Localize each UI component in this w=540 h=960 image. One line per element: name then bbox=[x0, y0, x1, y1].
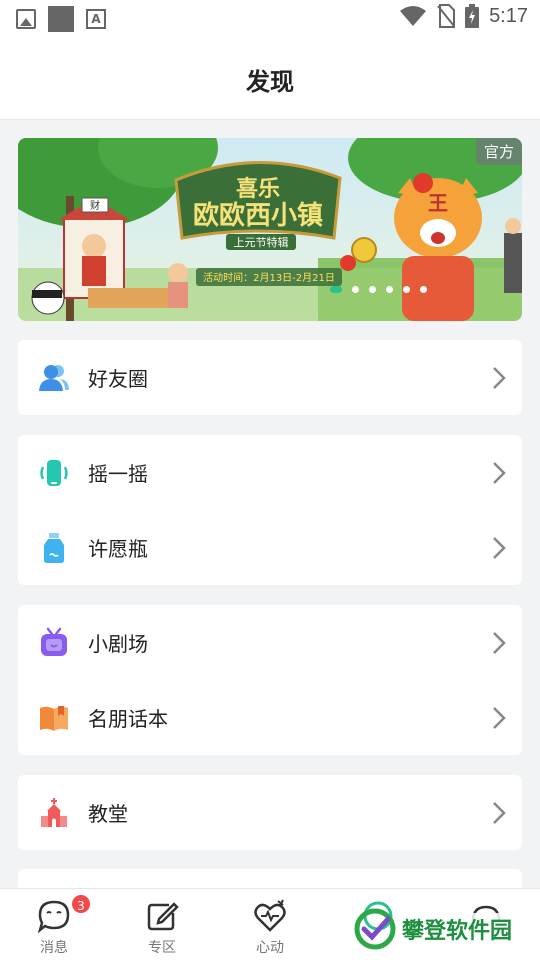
page-title: 发现 bbox=[246, 68, 294, 96]
message-icon bbox=[37, 900, 70, 933]
menu-item-wish-bottle[interactable]: 许愿瓶 bbox=[18, 510, 522, 585]
watermark-logo-icon bbox=[354, 908, 396, 950]
event-banner[interactable]: 财 喜乐 欧欧西小镇 上元节特辑 活动时间：2月13日-2月21日 王 官方 bbox=[18, 138, 522, 321]
banner-activity-time: 活动时间：2月13日-2月21日 bbox=[203, 271, 335, 284]
edit-zone-icon bbox=[147, 902, 179, 931]
shake-icon bbox=[40, 460, 68, 486]
church-icon bbox=[41, 798, 67, 827]
chevron-right-icon bbox=[493, 462, 506, 484]
menu-item-label: 许愿瓶 bbox=[88, 537, 148, 561]
menu-group-play: 摇一摇 许愿瓶 bbox=[18, 435, 522, 585]
chevron-right-icon bbox=[493, 367, 506, 389]
status-notification-icons: A bbox=[16, 6, 106, 32]
tab-heartbeat[interactable]: 心动 bbox=[230, 889, 310, 960]
wish-bottle-icon bbox=[44, 533, 64, 563]
tab-label: 专区 bbox=[148, 940, 176, 956]
watermark: 攀登软件园 bbox=[354, 908, 513, 950]
carousel-dot bbox=[403, 286, 410, 293]
book-icon bbox=[40, 706, 68, 731]
tab-messages[interactable]: 3 消息 bbox=[14, 889, 94, 960]
carousel-dot bbox=[369, 286, 376, 293]
menu-item-label: 名朋话本 bbox=[88, 707, 168, 731]
status-bar: A 5:17 bbox=[0, 0, 540, 38]
menu-group-stories: 小剧场 名朋话本 bbox=[18, 605, 522, 755]
no-sim-icon bbox=[437, 4, 456, 28]
tab-zone[interactable]: 专区 bbox=[122, 889, 202, 960]
carousel-indicator bbox=[330, 286, 427, 293]
menu-item-label: 好友圈 bbox=[88, 367, 148, 391]
chevron-right-icon bbox=[493, 707, 506, 729]
menu-item-church[interactable]: 教堂 bbox=[18, 775, 522, 850]
menu-item-storybook[interactable]: 名朋话本 bbox=[18, 680, 522, 755]
friends-circle-icon bbox=[39, 365, 69, 391]
menu-item-label: 摇一摇 bbox=[88, 462, 148, 486]
carousel-dot bbox=[386, 286, 393, 293]
title-bar: 发现 bbox=[0, 38, 540, 120]
app-notification-icon bbox=[48, 6, 74, 32]
menu-item-shake[interactable]: 摇一摇 bbox=[18, 435, 522, 510]
tab-label: 消息 bbox=[40, 940, 68, 956]
banner-subtitle: 上元节特辑 bbox=[234, 235, 289, 249]
wifi-icon bbox=[400, 6, 427, 26]
svg-text:王: 王 bbox=[428, 191, 448, 215]
banner-title-line2: 欧欧西小镇 bbox=[193, 200, 323, 231]
battery-charging-icon bbox=[465, 4, 480, 28]
carousel-dot bbox=[352, 286, 359, 293]
banner-illustration: 财 喜乐 欧欧西小镇 上元节特辑 活动时间：2月13日-2月21日 王 bbox=[18, 138, 522, 321]
menu-item-label: 教堂 bbox=[88, 802, 128, 826]
tab-label: 心动 bbox=[256, 940, 284, 956]
font-notification-icon: A bbox=[86, 9, 106, 29]
menu-item-label: 小剧场 bbox=[88, 632, 148, 656]
status-time: 5:17 bbox=[489, 4, 528, 27]
menu-item-theater[interactable]: 小剧场 bbox=[18, 605, 522, 680]
carousel-dot bbox=[420, 286, 427, 293]
official-badge: 官方 bbox=[475, 138, 522, 165]
chevron-right-icon bbox=[493, 537, 506, 559]
banner-title-line1: 喜乐 bbox=[236, 176, 280, 202]
chevron-right-icon bbox=[493, 632, 506, 654]
unread-badge: 3 bbox=[70, 893, 92, 915]
menu-item-friends-circle[interactable]: 好友圈 bbox=[18, 340, 522, 415]
chevron-right-icon bbox=[493, 802, 506, 824]
image-notification-icon bbox=[16, 9, 36, 29]
theater-tv-icon bbox=[41, 627, 67, 656]
menu-group-social: 好友圈 bbox=[18, 340, 522, 415]
status-system-icons: 5:17 bbox=[399, 4, 528, 28]
banner-sign-text: 财 bbox=[90, 199, 100, 212]
watermark-text: 攀登软件园 bbox=[402, 913, 513, 945]
menu-group-church: 教堂 bbox=[18, 775, 522, 850]
heartbeat-icon bbox=[254, 899, 286, 932]
carousel-dot-active bbox=[330, 286, 342, 293]
